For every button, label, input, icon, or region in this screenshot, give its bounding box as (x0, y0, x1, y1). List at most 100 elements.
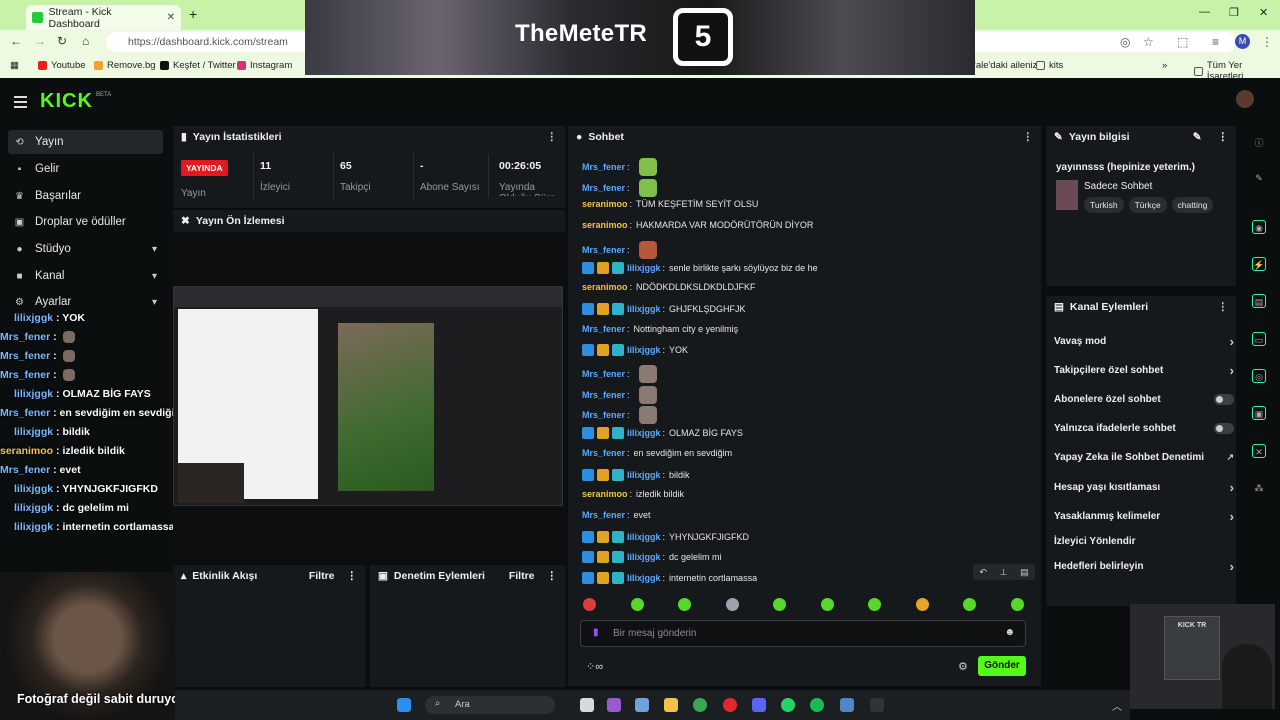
minimize-icon[interactable]: — (1199, 6, 1210, 18)
lightning-icon[interactable]: ⚡ (1252, 257, 1266, 271)
chat-username[interactable]: Mrs_fener (582, 369, 625, 379)
chat-message[interactable]: Mrs_fener: evet (582, 510, 651, 520)
bookmark-instagram[interactable]: Instagram (237, 60, 292, 71)
document-icon[interactable]: ▤ (1252, 294, 1266, 308)
camera-icon[interactable]: ◉ (1252, 220, 1266, 234)
action-raid[interactable]: İzleyici Yönlendir (1054, 536, 1234, 547)
spotify-icon[interactable] (810, 698, 824, 712)
taskbar-search[interactable]: ⌕ Ara (425, 696, 555, 714)
chat-message[interactable]: Mrs_fener: (582, 240, 657, 259)
tray-chevron-icon[interactable]: ︿ (1112, 698, 1122, 713)
new-tab-icon[interactable]: + (189, 6, 197, 22)
chat-message[interactable]: Mrs_fener: (582, 385, 657, 404)
bookmark-kits[interactable]: kits (1036, 60, 1063, 71)
chat-message[interactable]: lilixjggk: GHJFKLŞDGHFJK (582, 302, 746, 315)
chat-message[interactable]: lilixjggk: YOK (582, 344, 688, 357)
kick-logo[interactable]: KICK (40, 90, 93, 113)
chat-username[interactable]: seranimoo (582, 220, 628, 230)
chat-username[interactable]: lilixjggk (627, 304, 661, 314)
chat-username[interactable]: lilixjggk (627, 345, 661, 355)
emoji-icon[interactable]: ☻ (1004, 627, 1015, 638)
chat-message[interactable]: lilixjggk: internetin cortlamassa (582, 572, 757, 584)
browser-tab[interactable]: Stream - Kick Dashboard ✕ (26, 5, 181, 30)
sidebar-item-droplar[interactable]: ▣ Droplar ve ödüller (8, 210, 163, 234)
file-explorer-icon[interactable] (664, 698, 678, 712)
chat-username[interactable]: seranimoo (582, 199, 628, 209)
subscribers-only-toggle[interactable] (1214, 394, 1234, 405)
hamburger-icon[interactable] (14, 96, 27, 111)
bookmark-twitter[interactable]: Keşfet / Twitter (160, 60, 236, 71)
chat-message[interactable]: Mrs_fener: Nottingham city e yenilmiş (582, 324, 738, 334)
copilot-icon[interactable] (607, 698, 621, 712)
send-button[interactable]: Gönder (978, 656, 1026, 676)
emote-shortcut-icon[interactable] (583, 598, 596, 611)
emote-shortcut-icon[interactable] (820, 598, 834, 611)
chat-username[interactable]: Mrs_fener (582, 448, 625, 458)
archive-icon[interactable]: ▣ (1252, 406, 1266, 420)
apps-icon[interactable]: ⁂ (1252, 481, 1266, 495)
action-followers-only[interactable]: Takipçilere özel sohbet › (1054, 363, 1234, 378)
chat-username[interactable]: lilixjggk (627, 573, 661, 583)
chat-message[interactable]: seranimoo: HAKMARDA VAR MODÖRÜTÖRÜN DİYOR (582, 220, 813, 230)
chat-username[interactable]: lilixjggk (627, 428, 661, 438)
chat-username[interactable]: lilixjggk (627, 470, 661, 480)
action-goals[interactable]: Hedefleri belirleyin › (1054, 559, 1234, 574)
store-icon[interactable] (840, 698, 854, 712)
bookmark-aile[interactable]: 'ale'daki aileniz (974, 60, 1037, 71)
chat-message[interactable]: seranimoo: TÜM KEŞFETİM SEYİT OLSU (582, 199, 758, 209)
emotes-only-toggle[interactable] (1214, 423, 1234, 434)
chrome-icon[interactable] (693, 698, 707, 712)
sidebar-item-basarilar[interactable]: ♛ Başarılar (8, 184, 163, 208)
more-options-icon[interactable]: ⋮ (1218, 131, 1229, 143)
emote-shortcut-icon[interactable] (678, 598, 691, 611)
close-tab-icon[interactable]: ✕ (167, 12, 175, 23)
wrench-icon[interactable]: ✕ (1252, 444, 1266, 458)
emote-shortcut-icon[interactable] (773, 598, 786, 611)
back-icon[interactable]: ← (10, 34, 22, 48)
emote-shortcut-icon[interactable] (915, 598, 929, 611)
broadcast-icon[interactable]: ◎ (1252, 369, 1266, 383)
chat-message[interactable]: lilixjggk: dc gelelim mi (582, 551, 722, 564)
trash-icon[interactable]: ▤ (1020, 567, 1029, 578)
pin-icon[interactable]: ⊥ (1000, 567, 1008, 578)
stream-preview-video[interactable] (173, 286, 563, 506)
chat-username[interactable]: Mrs_fener (582, 162, 625, 172)
chat-icon[interactable]: ▭ (1252, 332, 1266, 346)
chat-message[interactable]: lilixjggk: OLMAZ BİG FAYS (582, 427, 743, 440)
undo-icon[interactable]: ↶ (979, 567, 987, 578)
emote-shortcut-icon[interactable] (963, 598, 976, 611)
discord-icon[interactable] (752, 698, 766, 712)
maximize-icon[interactable]: ❐ (1229, 6, 1239, 19)
more-options-icon[interactable]: ⋮ (1218, 301, 1229, 313)
info-icon[interactable]: ⓘ (1252, 136, 1266, 150)
app-icon[interactable] (870, 698, 884, 712)
chat-username[interactable]: Mrs_fener (582, 390, 625, 400)
pencil-icon[interactable]: ✎ (1252, 171, 1266, 185)
chat-message[interactable]: Mrs_fener: (582, 365, 657, 383)
user-avatar[interactable] (1236, 90, 1254, 108)
emote-shortcut-icon[interactable] (725, 598, 739, 611)
chat-message[interactable]: lilixjggk: bildik (582, 468, 690, 481)
moderation-filter-button[interactable]: Filtre (509, 570, 535, 582)
more-bookmarks-icon[interactable]: » (1162, 60, 1167, 71)
close-window-icon[interactable]: ✕ (1259, 6, 1268, 19)
task-view-icon[interactable] (580, 698, 594, 712)
home-icon[interactable]: ⌂ (82, 34, 89, 48)
chat-username[interactable]: Mrs_fener (582, 245, 625, 255)
chat-username[interactable]: Mrs_fener (582, 510, 625, 520)
sidebar-item-kanal[interactable]: ■ Kanal ▾ (8, 264, 163, 288)
chat-username[interactable]: seranimoo (582, 282, 628, 292)
chat-message[interactable]: Mrs_fener: (582, 406, 657, 425)
action-slow-mode[interactable]: Vavaş mod › (1054, 334, 1234, 349)
chat-username[interactable]: seranimoo (582, 489, 628, 499)
sidebar-item-studyo[interactable]: ● Stüdyo ▾ (8, 237, 163, 261)
windows-start-icon[interactable] (397, 698, 411, 712)
star-icon[interactable]: ☆ (1143, 35, 1154, 49)
more-options-icon[interactable]: ⋮ (1023, 131, 1034, 143)
chat-message[interactable]: seranimoo: izledik bildik (582, 489, 684, 499)
emote-shortcut-icon[interactable] (1010, 598, 1024, 611)
emote-shortcut-icon[interactable] (868, 598, 881, 611)
media-icon[interactable]: ≡ (1212, 35, 1219, 49)
chat-username[interactable]: Mrs_fener (582, 410, 625, 420)
more-options-icon[interactable]: ⋮ (547, 131, 558, 143)
